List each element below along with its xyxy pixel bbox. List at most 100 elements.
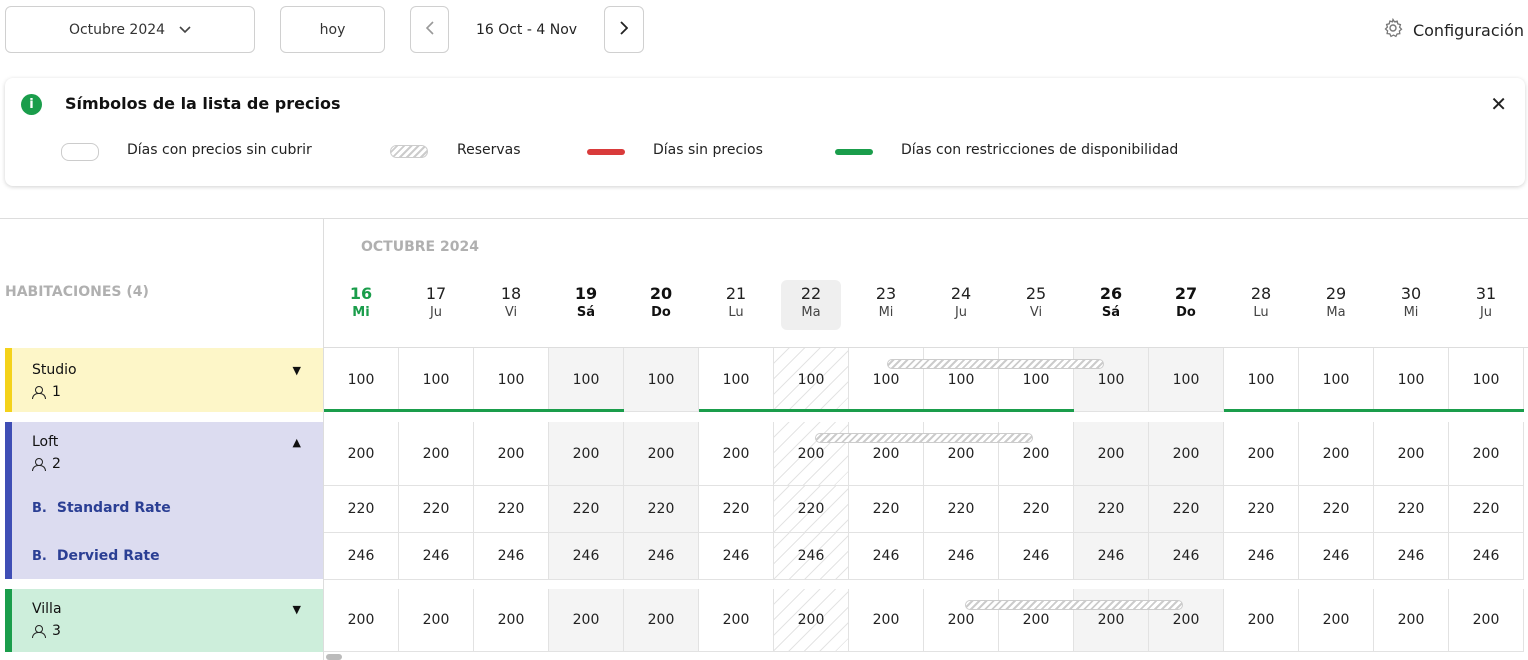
- expand-toggle-icon[interactable]: ▲: [293, 436, 301, 449]
- price-cell[interactable]: 200: [999, 422, 1074, 486]
- price-cell[interactable]: 220: [549, 486, 624, 533]
- price-cell[interactable]: 100: [699, 348, 774, 412]
- price-cell[interactable]: 200: [1374, 422, 1449, 486]
- day-header[interactable]: 16 Mi: [331, 280, 391, 330]
- price-cell[interactable]: 220: [399, 486, 474, 533]
- expand-toggle-icon[interactable]: ▼: [293, 603, 301, 616]
- price-cell[interactable]: 220: [1224, 486, 1299, 533]
- price-cell[interactable]: 200: [624, 422, 699, 486]
- price-cell[interactable]: 246: [699, 533, 774, 580]
- price-cell[interactable]: 200: [324, 422, 399, 486]
- price-cell[interactable]: 220: [474, 486, 549, 533]
- horizontal-scrollbar[interactable]: [326, 654, 342, 660]
- price-cell[interactable]: 100: [324, 348, 399, 412]
- day-header[interactable]: 29 Ma: [1306, 280, 1366, 330]
- price-cell[interactable]: 246: [1149, 533, 1224, 580]
- price-cell[interactable]: 200: [474, 422, 549, 486]
- next-button[interactable]: [604, 6, 644, 53]
- price-cell[interactable]: 200: [1074, 422, 1149, 486]
- reservation-bar[interactable]: [886, 359, 1104, 369]
- day-header[interactable]: 19 Sá: [556, 280, 616, 330]
- day-header[interactable]: 18 Vi: [481, 280, 541, 330]
- price-cell[interactable]: 220: [1074, 486, 1149, 533]
- price-cell[interactable]: 200: [624, 589, 699, 652]
- price-cell[interactable]: 200: [1374, 589, 1449, 652]
- price-cell[interactable]: 200: [849, 589, 924, 652]
- reservation-bar[interactable]: [815, 433, 1033, 443]
- price-cell[interactable]: 220: [324, 486, 399, 533]
- price-cell[interactable]: 200: [924, 422, 999, 486]
- price-cell[interactable]: 100: [474, 348, 549, 412]
- day-header[interactable]: 25 Vi: [1006, 280, 1066, 330]
- today-button[interactable]: hoy: [280, 6, 385, 53]
- day-header[interactable]: 30 Mi: [1381, 280, 1441, 330]
- price-cell[interactable]: 200: [1074, 589, 1149, 652]
- price-cell[interactable]: 100: [924, 348, 999, 412]
- price-cell[interactable]: 200: [324, 589, 399, 652]
- price-cell[interactable]: 200: [1224, 589, 1299, 652]
- month-select[interactable]: Octubre 2024: [5, 6, 255, 53]
- price-cell[interactable]: 100: [1149, 348, 1224, 412]
- price-cell[interactable]: 200: [1224, 422, 1299, 486]
- price-cell[interactable]: 246: [1224, 533, 1299, 580]
- rate-plan[interactable]: B. Standard Rate: [32, 500, 171, 516]
- price-cell[interactable]: 200: [474, 589, 549, 652]
- price-cell[interactable]: 200: [849, 422, 924, 486]
- rate-plan[interactable]: B. Dervied Rate: [32, 548, 160, 564]
- price-cell[interactable]: 220: [999, 486, 1074, 533]
- price-cell[interactable]: 100: [549, 348, 624, 412]
- price-cell[interactable]: 200: [549, 422, 624, 486]
- price-cell[interactable]: 246: [624, 533, 699, 580]
- price-cell[interactable]: 220: [699, 486, 774, 533]
- price-cell[interactable]: 246: [924, 533, 999, 580]
- price-cell[interactable]: 246: [324, 533, 399, 580]
- day-header[interactable]: 21 Lu: [706, 280, 766, 330]
- day-header[interactable]: 23 Mi: [856, 280, 916, 330]
- close-icon[interactable]: ✕: [1490, 92, 1507, 116]
- day-header[interactable]: 27 Do: [1156, 280, 1216, 330]
- price-cell[interactable]: 220: [1449, 486, 1524, 533]
- price-cell[interactable]: 220: [924, 486, 999, 533]
- day-header[interactable]: 20 Do: [631, 280, 691, 330]
- expand-toggle-icon[interactable]: ▼: [293, 364, 301, 377]
- price-cell[interactable]: 246: [1374, 533, 1449, 580]
- day-header[interactable]: 28 Lu: [1231, 280, 1291, 330]
- price-cell[interactable]: 100: [1299, 348, 1374, 412]
- price-cell[interactable]: 246: [1299, 533, 1374, 580]
- price-cell[interactable]: 220: [1149, 486, 1224, 533]
- price-cell[interactable]: 200: [699, 589, 774, 652]
- day-header[interactable]: 22 Ma: [781, 280, 841, 330]
- prev-button[interactable]: [410, 6, 449, 53]
- price-cell[interactable]: 100: [774, 348, 849, 412]
- price-cell[interactable]: 246: [1449, 533, 1524, 580]
- price-cell[interactable]: 200: [774, 422, 849, 486]
- price-cell[interactable]: 200: [1449, 422, 1524, 486]
- price-cell[interactable]: 200: [1449, 589, 1524, 652]
- price-cell[interactable]: 200: [1299, 589, 1374, 652]
- price-cell[interactable]: 246: [399, 533, 474, 580]
- price-cell[interactable]: 200: [1149, 589, 1224, 652]
- price-cell[interactable]: 200: [399, 589, 474, 652]
- price-cell[interactable]: 246: [474, 533, 549, 580]
- price-cell[interactable]: 200: [399, 422, 474, 486]
- price-cell[interactable]: 246: [774, 533, 849, 580]
- configuration-button[interactable]: Configuración: [1383, 12, 1524, 48]
- price-cell[interactable]: 200: [1299, 422, 1374, 486]
- price-cell[interactable]: 246: [1074, 533, 1149, 580]
- price-cell[interactable]: 100: [1449, 348, 1524, 412]
- price-cell[interactable]: 220: [849, 486, 924, 533]
- day-header[interactable]: 26 Sá: [1081, 280, 1141, 330]
- price-cell[interactable]: 100: [849, 348, 924, 412]
- price-cell[interactable]: 100: [1074, 348, 1149, 412]
- price-cell[interactable]: 200: [774, 589, 849, 652]
- price-cell[interactable]: 100: [999, 348, 1074, 412]
- price-cell[interactable]: 220: [624, 486, 699, 533]
- price-cell[interactable]: 246: [849, 533, 924, 580]
- price-cell[interactable]: 100: [624, 348, 699, 412]
- day-header[interactable]: 31 Ju: [1456, 280, 1516, 330]
- reservation-bar[interactable]: [965, 600, 1183, 610]
- price-cell[interactable]: 246: [999, 533, 1074, 580]
- price-cell[interactable]: 220: [1374, 486, 1449, 533]
- price-cell[interactable]: 200: [924, 589, 999, 652]
- price-cell[interactable]: 200: [1149, 422, 1224, 486]
